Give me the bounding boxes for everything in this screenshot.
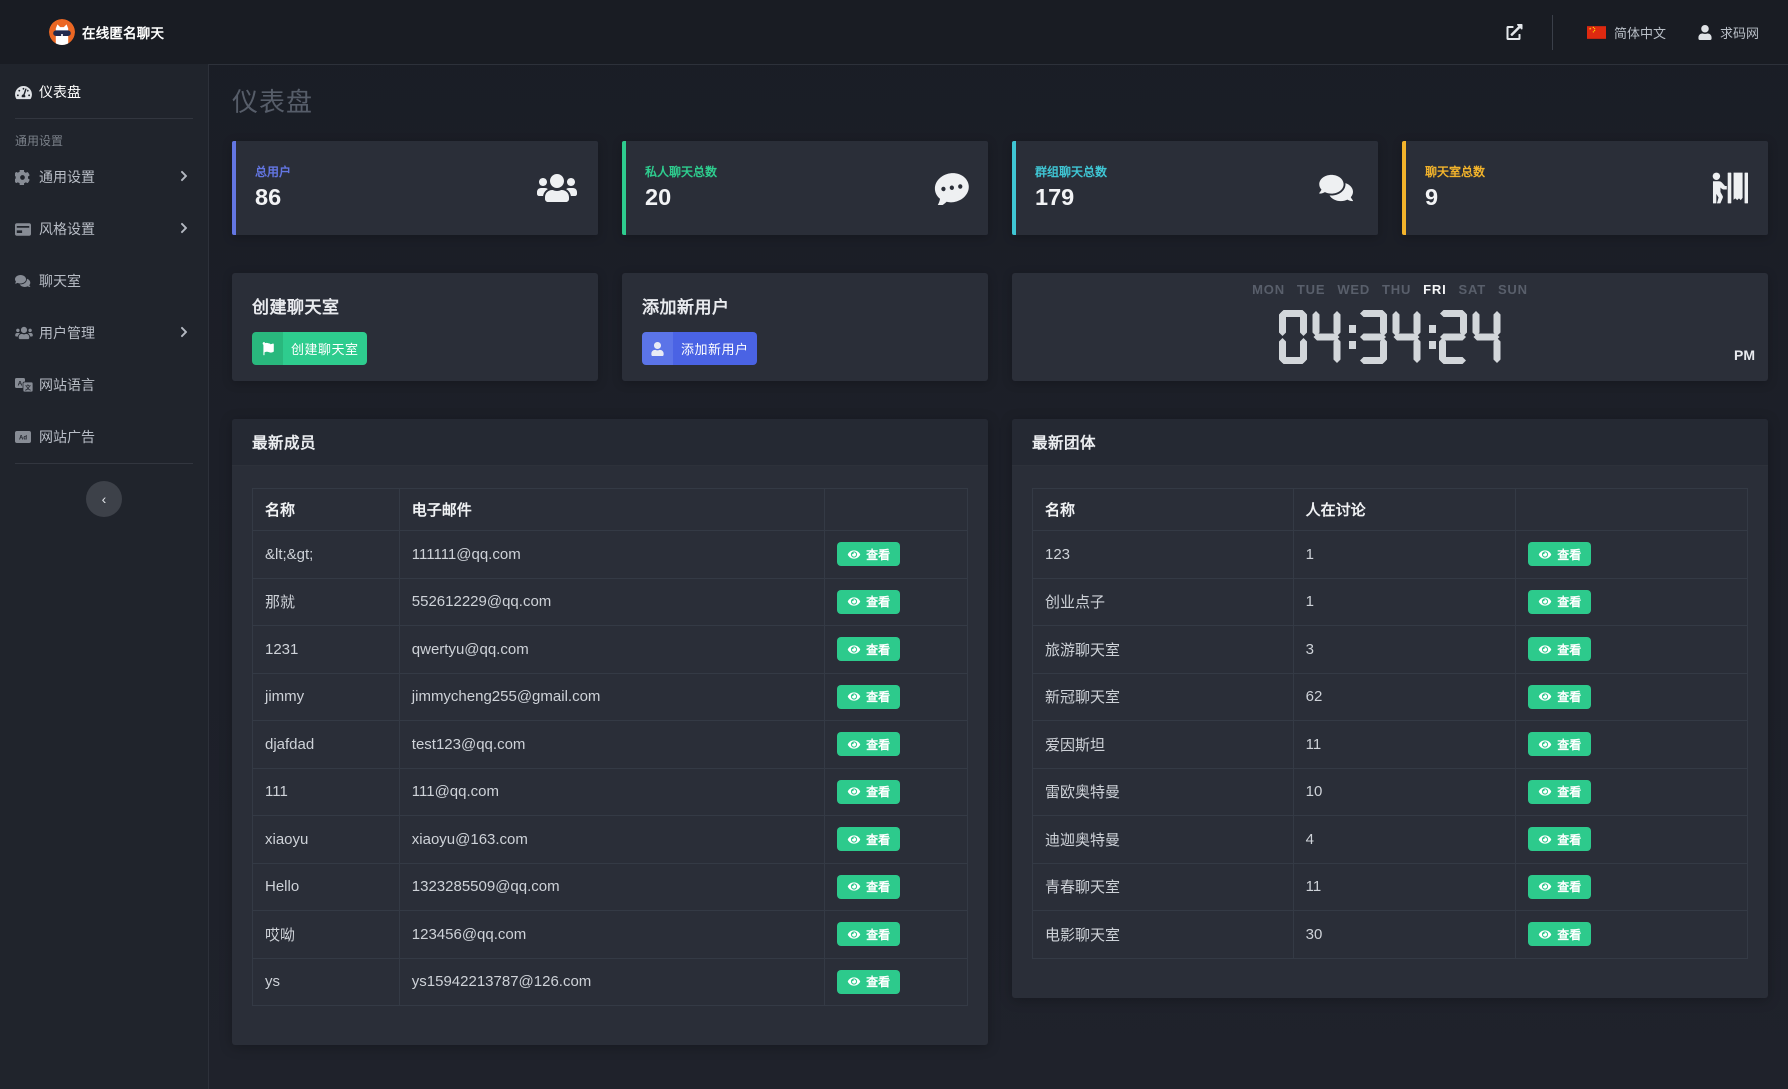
svg-text:A: A — [18, 381, 23, 388]
svg-text:Ad: Ad — [19, 436, 27, 442]
